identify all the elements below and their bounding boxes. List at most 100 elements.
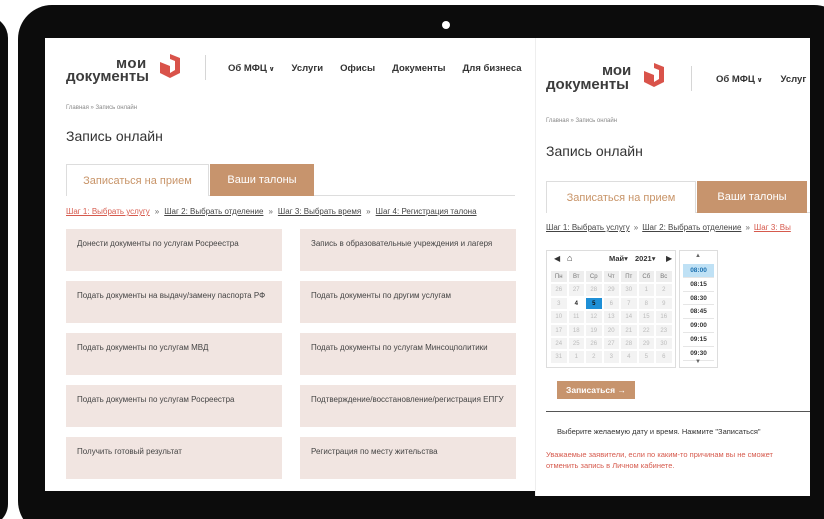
calendar-day: 21: [620, 323, 638, 337]
calendar-day: 11: [567, 310, 585, 324]
submit-button[interactable]: Записаться →: [557, 381, 635, 399]
logo-text-bottom: документы: [66, 68, 149, 85]
calendar-day[interactable]: 5: [585, 296, 603, 311]
calendar-day: 29: [602, 283, 620, 297]
calendar-day: 29: [637, 336, 655, 351]
calendar-day: 31: [550, 350, 568, 364]
service-card[interactable]: Подать документы по услугам Минсоцполити…: [300, 333, 516, 375]
home-icon[interactable]: ⌂: [567, 253, 572, 263]
weekday-header: Вс: [655, 270, 673, 284]
step-2-link[interactable]: Шаг 2: Выбрать отделение: [642, 223, 741, 232]
time-slot[interactable]: 08:00: [683, 264, 714, 278]
time-slot[interactable]: 09:15: [683, 333, 714, 347]
calendar-day[interactable]: 4: [567, 296, 585, 311]
month-label: Май: [609, 254, 625, 263]
divider: [546, 411, 810, 412]
warning-line: Уважаемые заявители, если по каким-то пр…: [546, 450, 773, 459]
tab-book-appointment[interactable]: Записаться на прием: [546, 181, 696, 213]
service-card[interactable]: Подать документы по услугам МВД: [66, 333, 282, 375]
calendar-day: 26: [585, 336, 603, 351]
booking-screen: мои документы Об МФЦ ∨ Услуг Главная » За…: [535, 38, 810, 496]
step-separator: »: [633, 223, 639, 232]
service-card[interactable]: Подтверждение/восстановление/регистрация…: [300, 385, 516, 427]
warning-line: отменить запись в Личном кабинете.: [546, 461, 675, 470]
year-label: 2021: [635, 254, 652, 263]
step-4-link[interactable]: Шаг 4: Регистрация талона: [376, 207, 477, 216]
tab-your-tickets[interactable]: Ваши талоны: [697, 181, 807, 213]
calendar-day: 3: [602, 350, 620, 364]
chevron-down-icon: ∨: [268, 66, 275, 73]
service-card[interactable]: Подать документы на выдачу/замену паспор…: [66, 281, 282, 323]
logo[interactable]: мои документы: [66, 53, 186, 87]
tab-your-tickets[interactable]: Ваши талоны: [210, 164, 314, 196]
nav-divider: [691, 66, 692, 91]
weekday-header: Пн: [550, 270, 568, 284]
step-1-link[interactable]: Шаг 1: Выбрать услугу: [546, 223, 630, 232]
calendar-day: 27: [602, 336, 620, 351]
calendar-day: 24: [550, 336, 568, 351]
step-1-link[interactable]: Шаг 1: Выбрать услугу: [66, 207, 150, 216]
calendar-day: 16: [655, 310, 673, 324]
tab-book-appointment[interactable]: Записаться на прием: [66, 164, 209, 196]
calendar-day: 28: [620, 336, 638, 351]
calendar-day: 1: [567, 350, 585, 364]
calendar-day: 5: [637, 350, 655, 364]
chevron-down-icon: ∨: [756, 77, 763, 84]
device-frame-left: [0, 16, 8, 519]
calendar-day: 15: [637, 310, 655, 324]
step-separator: »: [268, 207, 273, 216]
calendar-day: 14: [620, 310, 638, 324]
time-slot[interactable]: 08:30: [683, 292, 714, 306]
calendar-day: 3: [550, 296, 568, 311]
calendar-day: 17: [550, 323, 568, 337]
year-select[interactable]: 2021▾: [635, 254, 655, 263]
logo[interactable]: мои документы: [546, 62, 666, 96]
breadcrumb[interactable]: Главная » Запись онлайн: [66, 105, 137, 111]
service-card[interactable]: Подать документы по услугам Росреестра: [66, 385, 282, 427]
calendar-day: 9: [655, 296, 673, 311]
step-3-link[interactable]: Шаг 3: Вы: [754, 223, 791, 232]
scroll-down-icon[interactable]: ▼: [695, 359, 701, 365]
logo-text-bottom: документы: [546, 76, 629, 93]
tab-bar: Записаться на прием Ваши талоны: [546, 181, 810, 213]
service-card[interactable]: Получить готовый результат: [66, 437, 282, 479]
next-month-icon[interactable]: ▶: [666, 254, 672, 263]
instruction-text: Выберите желаемую дату и время. Нажмите …: [557, 427, 761, 436]
scroll-up-icon[interactable]: ▲: [695, 253, 701, 259]
step-separator: »: [154, 207, 160, 216]
nav-services[interactable]: Услуг: [781, 74, 807, 85]
time-slot[interactable]: 08:45: [683, 305, 714, 320]
service-card[interactable]: Донести документы по услугам Росреестра: [66, 229, 282, 271]
step-separator: »: [745, 223, 750, 232]
calendar-day: 26: [550, 283, 568, 297]
page-title: Запись онлайн: [546, 143, 643, 159]
prev-month-icon[interactable]: ◀: [554, 254, 560, 263]
calendar-day: 8: [637, 296, 655, 311]
time-slot[interactable]: 08:15: [683, 278, 714, 292]
weekday-header: Сб: [637, 270, 655, 284]
step-separator: »: [366, 207, 371, 216]
step-3-link[interactable]: Шаг 3: Выбрать время: [278, 207, 361, 216]
calendar-day: 30: [620, 283, 638, 297]
date-picker: ◀ ⌂ Май▾ 2021▾ ▶ Пн Вт Ср Чт Пт Сб Вс 26 27 28 29 3…: [546, 250, 676, 368]
time-slot[interactable]: 09:00: [683, 319, 714, 333]
service-card[interactable]: Подать документы по другим услугам: [300, 281, 516, 323]
service-card[interactable]: Запись в образовательные учреждения и ла…: [300, 229, 516, 271]
logo-mark-icon: [644, 63, 664, 87]
nav-offices[interactable]: Офисы: [340, 63, 375, 74]
calendar-day: 6: [602, 296, 620, 311]
calendar-day: 18: [567, 323, 585, 337]
nav-about[interactable]: Об МФЦ ∨: [716, 74, 763, 85]
service-card[interactable]: Регистрация по месту жительства: [300, 437, 516, 479]
nav-about-label: Об МФЦ: [228, 63, 267, 74]
nav-business[interactable]: Для бизнеса: [463, 63, 522, 74]
breadcrumb[interactable]: Главная » Запись онлайн: [546, 118, 617, 124]
nav-documents[interactable]: Документы: [392, 63, 445, 74]
month-select[interactable]: Май▾: [609, 254, 628, 263]
top-nav: Об МФЦ ∨ Услуги Офисы Документы Для бизне…: [228, 63, 522, 74]
weekday-header: Вт: [567, 270, 585, 284]
logo-mark-icon: [160, 54, 180, 78]
step-2-link[interactable]: Шаг 2: Выбрать отделение: [164, 207, 263, 216]
nav-services[interactable]: Услуги: [292, 63, 324, 74]
nav-about[interactable]: Об МФЦ ∨: [228, 63, 275, 74]
